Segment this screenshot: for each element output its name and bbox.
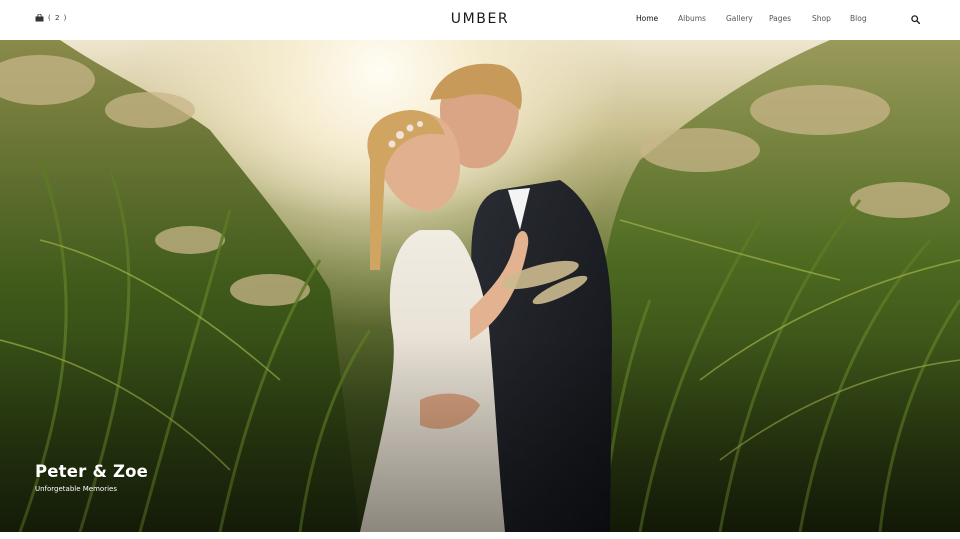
nav-item-pages[interactable]: Pages [769, 14, 791, 23]
site-header: ( 2 ) UMBER Home Albums Gallery Pages Sh… [0, 0, 960, 40]
search-icon [911, 15, 920, 24]
nav-item-blog[interactable]: Blog [850, 14, 867, 23]
search-button[interactable] [911, 15, 920, 24]
cart-count: ( 2 ) [48, 14, 68, 22]
site-logo[interactable]: UMBER [451, 11, 510, 27]
nav-item-shop[interactable]: Shop [812, 14, 831, 23]
nav-item-home[interactable]: Home [636, 14, 658, 23]
hero-subtitle: Unforgetable Memories [35, 485, 117, 493]
hero-photo [0, 40, 960, 532]
hero-title: Peter & Zoe [35, 462, 149, 481]
page-bottom-strip [0, 532, 960, 539]
nav-item-gallery[interactable]: Gallery [726, 14, 753, 23]
hero-caption: Peter & Zoe Unforgetable Memories [35, 462, 148, 493]
nav-item-albums[interactable]: Albums [678, 14, 706, 23]
cart-button[interactable]: ( 2 ) [35, 14, 67, 22]
shopping-bag-icon [35, 14, 44, 22]
hero-slide: Peter & Zoe Unforgetable Memories [0, 40, 960, 532]
